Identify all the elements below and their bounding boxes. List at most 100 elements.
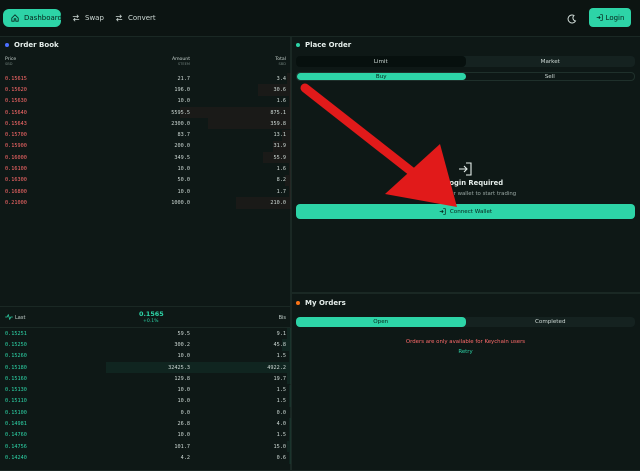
order-book-row[interactable]: 0.15630 10.0 1.6 xyxy=(0,95,291,107)
price-cell: 0.15700 xyxy=(5,132,27,139)
order-book-row[interactable]: 0.16300 50.0 8.2 xyxy=(0,174,291,186)
total-cell: 8.2 xyxy=(276,177,286,184)
order-book-row[interactable]: 0.15900 200.0 31.9 xyxy=(0,140,291,153)
price-cell: 0.15900 xyxy=(5,143,27,150)
order-book-row[interactable]: 0.15620 196.0 30.6 xyxy=(0,84,291,96)
price-cell: 0.15630 xyxy=(5,98,27,105)
tab-completed[interactable]: Completed xyxy=(466,317,636,327)
total-unit: SBD xyxy=(278,62,286,66)
order-book-row[interactable]: 0.15700 83.7 13.1 xyxy=(0,129,291,141)
login-required-text: Connect your wallet to start trading xyxy=(419,191,517,197)
total-cell: 9.1 xyxy=(276,330,286,337)
amount-cell: 5595.5 xyxy=(171,109,190,116)
price-cell: 0.15160 xyxy=(5,375,27,382)
place-order-header: Place Order xyxy=(291,36,640,53)
order-book-title: Order Book xyxy=(14,40,59,49)
total-cell: 4922.2 xyxy=(267,364,286,371)
my-orders-title: My Orders xyxy=(305,298,346,307)
place-order-title: Place Order xyxy=(305,40,352,49)
order-book-column-headers: Price SBD Amount STEEM Total SBD xyxy=(0,53,291,73)
total-cell: 1.5 xyxy=(276,353,286,360)
status-dot xyxy=(296,300,300,305)
top-bar: Dashboard Swap Convert Login xyxy=(0,0,640,36)
total-cell: 1.5 xyxy=(276,432,286,439)
price-cell: 0.15643 xyxy=(5,120,27,127)
total-cell: 31.9 xyxy=(273,143,287,150)
amount-unit: STEEM xyxy=(177,62,190,66)
my-orders-header: My Orders xyxy=(291,294,640,311)
order-book-row[interactable]: 0.15180 32425.3 4922.2 xyxy=(0,361,291,374)
login-icon xyxy=(596,14,603,21)
activity-icon xyxy=(5,314,13,320)
status-dot xyxy=(5,42,9,47)
price-cell: 0.15251 xyxy=(5,330,27,337)
order-book-row[interactable]: 0.15640 5595.5 875.1 xyxy=(0,106,291,119)
price-cell: 0.14981 xyxy=(5,421,27,428)
order-book-row[interactable]: 0.14760 10.0 1.5 xyxy=(0,429,291,441)
last-price: 0.1565 xyxy=(139,310,164,318)
amount-cell: 32425.3 xyxy=(168,364,190,371)
total-cell: 4.0 xyxy=(276,421,286,428)
amount-cell: 10.0 xyxy=(177,188,191,195)
nav-dashboard[interactable]: Dashboard xyxy=(3,9,62,27)
amount-cell: 10.0 xyxy=(177,166,191,173)
connect-wallet-button[interactable]: Connect Wallet xyxy=(296,204,635,219)
order-book-row[interactable]: 0.16100 10.0 1.6 xyxy=(0,163,291,175)
order-book-row[interactable]: 0.21000 1000.0 210.0 xyxy=(0,197,291,209)
login-button[interactable]: Login xyxy=(589,8,631,27)
total-cell: 0.0 xyxy=(276,409,286,416)
retry-link[interactable]: Retry xyxy=(296,349,635,355)
tab-limit[interactable]: Limit xyxy=(296,56,466,67)
total-cell: 3.4 xyxy=(276,75,286,82)
order-book-row[interactable]: 0.16000 349.5 55.9 xyxy=(0,152,291,164)
side-tabs: Buy Sell xyxy=(296,72,635,81)
total-cell: 45.8 xyxy=(273,341,287,348)
order-book-row[interactable]: 0.14756 101.7 15.0 xyxy=(0,441,291,453)
price-cell: 0.21000 xyxy=(5,199,27,206)
amount-cell: 0.0 xyxy=(180,409,190,416)
order-book-row[interactable]: 0.15250 300.2 45.8 xyxy=(0,339,291,351)
price-cell: 0.16000 xyxy=(5,154,27,161)
order-book-row[interactable]: 0.15160 129.8 19.7 xyxy=(0,373,291,385)
price-cell: 0.14760 xyxy=(5,432,27,439)
amount-cell: 50.0 xyxy=(177,177,191,184)
order-book-row[interactable]: 0.14981 26.8 4.0 xyxy=(0,418,291,430)
login-required-icon xyxy=(459,162,472,176)
amount-cell: 2300.0 xyxy=(171,120,190,127)
order-book-row[interactable]: 0.15260 10.0 1.5 xyxy=(0,350,291,362)
total-cell: 1.6 xyxy=(276,166,286,173)
order-book-row[interactable]: 0.15100 0.0 0.0 xyxy=(0,407,291,418)
total-cell: 15.0 xyxy=(273,443,287,450)
tab-sell[interactable]: Sell xyxy=(466,73,635,80)
total-cell: 1.5 xyxy=(276,398,286,405)
bids-header: Bis xyxy=(278,315,286,321)
order-book-row[interactable]: 0.15615 21.7 3.4 xyxy=(0,73,291,85)
tab-open[interactable]: Open xyxy=(296,317,466,327)
order-book-row[interactable]: 0.16800 10.0 1.7 xyxy=(0,186,291,198)
amount-cell: 10.0 xyxy=(177,98,191,105)
order-book-row[interactable]: 0.15110 10.0 1.5 xyxy=(0,395,291,408)
amount-cell: 10.0 xyxy=(177,387,191,394)
price-cell: 0.16800 xyxy=(5,188,27,195)
theme-toggle-button[interactable] xyxy=(565,11,579,25)
swap-icon xyxy=(71,14,80,23)
tab-buy[interactable]: Buy xyxy=(297,73,466,80)
last-change: +0.1% xyxy=(143,319,159,324)
order-book-row[interactable]: 0.15251 59.5 9.1 xyxy=(0,328,291,340)
price-cell: 0.14756 xyxy=(5,443,27,450)
nav-dashboard-label: Dashboard xyxy=(24,14,62,22)
depth-bar xyxy=(106,361,291,374)
order-book-row[interactable]: 0.15643 2300.0 359.8 xyxy=(0,118,291,130)
nav-convert[interactable]: Convert xyxy=(107,9,163,27)
orders-error-message: Orders are only available for Keychain u… xyxy=(405,339,526,345)
amount-cell: 10.0 xyxy=(177,398,191,405)
order-book-row[interactable]: 0.14240 4.2 0.6 xyxy=(0,452,291,464)
tab-market[interactable]: Market xyxy=(466,56,636,67)
amount-cell: 10.0 xyxy=(177,432,191,439)
order-type-tabs: Limit Market xyxy=(296,56,635,67)
order-book-row[interactable]: 0.15130 10.0 1.5 xyxy=(0,384,291,396)
order-book-header: Order Book xyxy=(0,36,291,53)
amount-cell: 300.2 xyxy=(174,341,190,348)
price-cell: 0.15110 xyxy=(5,398,27,405)
nav-swap[interactable]: Swap xyxy=(64,9,111,27)
